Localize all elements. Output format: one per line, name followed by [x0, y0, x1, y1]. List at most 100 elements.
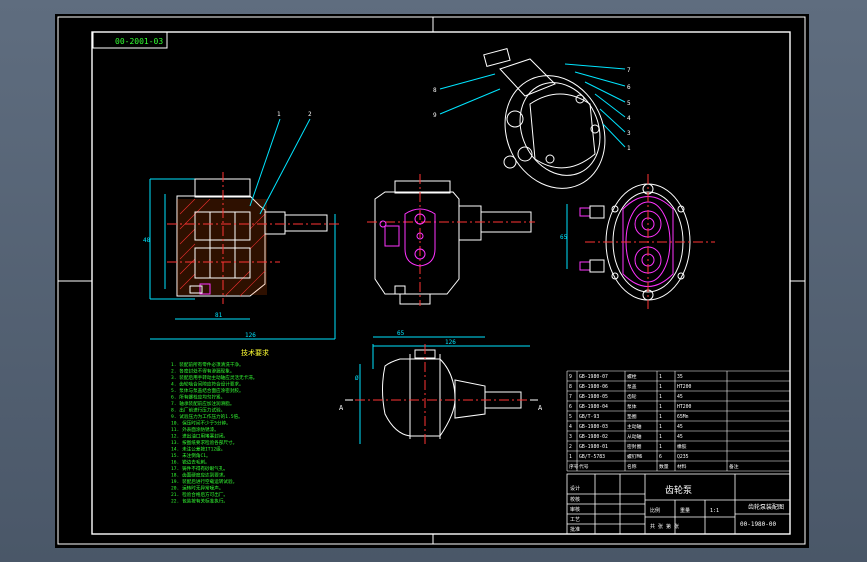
bom-cell: 1 — [659, 424, 662, 430]
bom-header-cell: 数量 — [659, 463, 669, 470]
svg-text:65: 65 — [560, 234, 568, 241]
note-line: 3. 装配后用手转动主动轴应灵活无卡滞。 — [171, 374, 257, 381]
bom-cell: 45 — [677, 434, 683, 440]
note-line: 16. 锐边去毛刺。 — [171, 459, 210, 466]
bom-cell: 9 — [569, 374, 572, 380]
note-line: 12. 进出油口用堵塞封闭。 — [171, 433, 228, 440]
bom-cell: 1 — [569, 454, 572, 460]
svg-text:审核: 审核 — [570, 506, 580, 513]
note-line: 7. 轴承装配前应加注润滑脂。 — [171, 400, 234, 407]
note-line: 19. 装配后进行空载运转试验。 — [171, 478, 237, 485]
note-line: 4. 齿轮啮合间隙应符合设计要求。 — [171, 381, 244, 388]
note-line: 18. 齿面硬度应达到要求。 — [171, 472, 228, 479]
scale-label: 比例 — [650, 507, 660, 514]
bom-header-cell: 备注 — [729, 463, 739, 470]
bom-cell: Q235 — [677, 454, 689, 460]
callout-iso-left-8: 8 — [433, 87, 437, 94]
note-line: 6. 所有螺栓应均匀拧紧。 — [171, 394, 225, 401]
bom-cell: GB-1980-01 — [579, 444, 608, 450]
bom-header-cell: 序号 — [569, 463, 579, 470]
bom-cell: 7 — [569, 394, 572, 400]
svg-text:3: 3 — [627, 130, 631, 137]
bom-cell: 4 — [569, 424, 572, 430]
drawing-name: 齿轮泵 — [665, 484, 692, 496]
bom-cell: GB-1980-07 — [579, 374, 608, 380]
bom-table: 9 GB-1980-07 螺栓 1 358 GB-1980-06 泵盖 1 HT2007 GB-1… — [566, 370, 791, 472]
sheet-count: 共 张 第 张 — [650, 523, 679, 530]
bom-cell: 泵盖 — [627, 383, 637, 390]
isometric-view: 8 9 7 6 5 4 3 1 — [433, 47, 631, 189]
bom-cell: 1 — [659, 384, 662, 390]
callout-top-2: 2 — [308, 111, 312, 118]
bom-cell: 1 — [659, 414, 662, 420]
top-view: 65 126 Ø A A — [339, 330, 543, 446]
note-line: 15. 未注倒角C1。 — [171, 452, 211, 459]
bom-cell: 8 — [569, 384, 572, 390]
svg-text:4: 4 — [627, 115, 631, 122]
svg-text:48: 48 — [143, 237, 151, 244]
drawing-canvas[interactable]: 00-2001-03 48 81 126 1 2 65 8 9 7 6 5 4 … — [55, 14, 809, 548]
bom-cell: 密封圈 — [627, 443, 642, 450]
bom-cell: 1 — [659, 374, 662, 380]
cad-viewport[interactable]: 00-2001-03 48 81 126 1 2 65 8 9 7 6 5 4 … — [55, 14, 809, 548]
note-line: 11. 外表面涂防锈漆。 — [171, 426, 219, 433]
bom-cell: 垫圈 — [627, 413, 637, 420]
bom-cell: HT200 — [677, 384, 692, 390]
bom-cell: 6 — [569, 404, 572, 410]
note-line: 10. 保压时间不少于5分钟。 — [171, 420, 231, 427]
sheet-title: 齿轮泵装配图 — [748, 503, 784, 511]
side-view — [367, 174, 535, 306]
svg-text:工艺: 工艺 — [570, 517, 580, 523]
svg-text:65: 65 — [397, 330, 405, 337]
note-line: 9. 试验压力为工作压力的1.5倍。 — [171, 413, 243, 420]
svg-text:1: 1 — [627, 145, 631, 152]
bom-cell: 5 — [569, 414, 572, 420]
front-section-view: 48 81 126 1 2 — [143, 111, 340, 340]
bom-cell: 1 — [659, 444, 662, 450]
bom-header-cell: 材料 — [677, 463, 687, 470]
svg-text:7: 7 — [627, 67, 631, 74]
drawing-number: 00-1980-00 — [740, 521, 777, 528]
note-line: 2. 各密封处不得有渗漏现象。 — [171, 368, 234, 375]
bom-cell: 从动轴 — [627, 433, 642, 440]
svg-text:5: 5 — [627, 100, 631, 107]
bom-cell: GB-1980-05 — [579, 394, 608, 400]
svg-text:Ø: Ø — [355, 375, 359, 382]
bom-cell: 6 — [659, 454, 662, 460]
bom-cell: HT200 — [677, 404, 692, 410]
note-line: 13. 按图纸要求检验各部尺寸。 — [171, 439, 237, 446]
bom-header-cell: 代号 — [579, 463, 589, 470]
bom-cell: 45 — [677, 424, 683, 430]
callout-top-1: 1 — [277, 111, 281, 118]
note-line: 8. 出厂前进行压力试验。 — [171, 407, 225, 414]
bom-cell: 3 — [569, 434, 572, 440]
note-line: 14. 未注公差按IT12级。 — [171, 446, 225, 453]
bom-cell: GB-1980-04 — [579, 404, 608, 410]
section-mark-left: A — [339, 404, 344, 412]
bom-cell: 65Mn — [677, 414, 689, 420]
svg-text:126: 126 — [445, 339, 456, 346]
svg-text:设计: 设计 — [570, 485, 580, 492]
bom-cell: 橡胶 — [677, 443, 687, 450]
bom-cell: 1 — [659, 434, 662, 440]
note-line: 17. 铸件不得有砂眼气孔。 — [171, 465, 228, 472]
end-view: 65 — [560, 174, 715, 309]
weight-label: 重量 — [680, 507, 690, 514]
bom-cell: 2 — [569, 444, 572, 450]
bom-cell: GB-1980-06 — [579, 384, 608, 390]
bom-cell: 1 — [659, 394, 662, 400]
bom-cell: GB/T-93 — [579, 414, 599, 420]
bom-cell: 螺栓 — [627, 373, 637, 380]
section-mark-right: A — [538, 404, 543, 412]
svg-text:6: 6 — [627, 84, 631, 91]
note-line: 20. 运转时无异常噪声。 — [171, 485, 223, 492]
note-line: 21. 检验合格后方可出厂。 — [171, 491, 228, 498]
bom-cell: GB-1980-02 — [579, 434, 608, 440]
bom-cell: 35 — [677, 374, 683, 380]
technical-notes: 技术要求 1. 装配前所有零件必须清洗干净。2. 各密封处不得有渗漏现象。3. … — [171, 348, 269, 505]
bom-cell: 主动轴 — [627, 423, 642, 430]
svg-text:校核: 校核 — [570, 496, 580, 503]
bom-cell: 齿轮 — [627, 393, 637, 400]
notes-list: 1. 装配前所有零件必须清洗干净。2. 各密封处不得有渗漏现象。3. 装配后用手… — [171, 361, 257, 505]
callout-iso-left-9: 9 — [433, 112, 437, 119]
